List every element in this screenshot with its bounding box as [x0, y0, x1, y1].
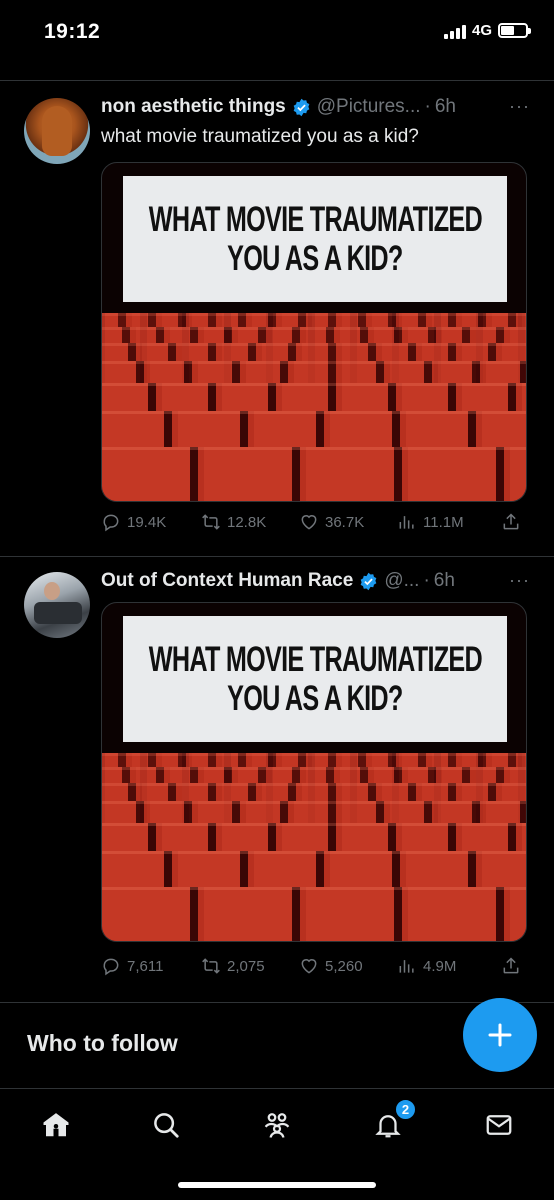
- author-handle[interactable]: @...: [384, 570, 419, 592]
- views-button[interactable]: 4.9M: [397, 956, 501, 976]
- reply-count: 7,611: [127, 957, 164, 975]
- status-bar: 19:12 4G: [0, 0, 554, 66]
- retweet-icon: [202, 958, 220, 974]
- tweet-time[interactable]: 6h: [434, 570, 455, 592]
- compose-icon: [488, 1023, 512, 1047]
- tweet-divider: [0, 1002, 554, 1003]
- communities-icon: [264, 1113, 290, 1138]
- reply-count: 19.4K: [127, 513, 167, 531]
- who-to-follow-heading[interactable]: Who to follow: [27, 1030, 178, 1057]
- tweet-actions: 19.4K 12.8K 36.7K 11.1M: [101, 512, 531, 532]
- home-indicator[interactable]: [178, 1182, 376, 1188]
- author-handle[interactable]: @Pictures...: [317, 96, 421, 118]
- share-icon: [503, 513, 519, 530]
- verified-icon: [293, 98, 310, 116]
- tweet[interactable]: non aesthetic things @Pictures... · 6h ·…: [0, 92, 554, 554]
- views-icon: [399, 960, 414, 973]
- tweet-image[interactable]: WHAT MOVIE TRAUMATIZED YOU AS A KID?: [101, 162, 527, 502]
- tweet-divider: [0, 556, 554, 557]
- tweet-header: non aesthetic things @Pictures... · 6h: [101, 96, 456, 118]
- separator-dot: ·: [423, 570, 430, 591]
- cinema-screen: WHAT MOVIE TRAUMATIZED YOU AS A KID?: [123, 176, 507, 302]
- like-button[interactable]: 36.7K: [299, 512, 397, 532]
- cinema-screen: WHAT MOVIE TRAUMATIZED YOU AS A KID?: [123, 616, 507, 742]
- views-button[interactable]: 11.1M: [397, 512, 501, 532]
- notifications-badge: 2: [395, 1099, 416, 1120]
- tab-home[interactable]: [38, 1107, 74, 1143]
- tweet[interactable]: Out of Context Human Race @... · 6h ··· …: [0, 566, 554, 1002]
- reply-icon: [103, 958, 119, 976]
- screen-text-line-2: YOU AS A KID?: [227, 239, 403, 278]
- reply-icon: [103, 514, 119, 532]
- tweet-time[interactable]: 6h: [435, 96, 456, 118]
- reply-button[interactable]: 7,611: [101, 956, 201, 976]
- status-time: 19:12: [44, 20, 101, 43]
- search-icon: [154, 1113, 179, 1138]
- screen-text-line-1: WHAT MOVIE TRAUMATIZED: [148, 639, 482, 679]
- views-count: 11.1M: [423, 513, 464, 531]
- views-count: 4.9M: [423, 957, 457, 975]
- compose-button[interactable]: [463, 998, 537, 1072]
- share-button[interactable]: [501, 512, 521, 532]
- tab-communities[interactable]: [259, 1107, 295, 1143]
- signal-icon: [443, 23, 466, 39]
- separator-dot: ·: [424, 96, 431, 117]
- screen-text-line-1: WHAT MOVIE TRAUMATIZED: [148, 199, 482, 239]
- home-icon: [43, 1113, 69, 1137]
- views-icon: [399, 516, 414, 529]
- screen-text-line-2: YOU AS A KID?: [227, 679, 403, 718]
- tweet-image[interactable]: WHAT MOVIE TRAUMATIZED YOU AS A KID?: [101, 602, 527, 942]
- retweet-icon: [202, 514, 220, 530]
- retweet-button[interactable]: 2,075: [201, 956, 299, 976]
- network-type: 4G: [471, 22, 492, 39]
- tab-notifications[interactable]: 2: [370, 1099, 416, 1143]
- like-button[interactable]: 5,260: [299, 956, 397, 976]
- tab-search[interactable]: [148, 1107, 184, 1143]
- reply-button[interactable]: 19.4K: [101, 512, 201, 532]
- retweet-button[interactable]: 12.8K: [201, 512, 299, 532]
- like-count: 36.7K: [325, 513, 365, 531]
- tweet-actions: 7,611 2,075 5,260 4.9M: [101, 956, 531, 976]
- status-indicators: 4G: [443, 22, 531, 39]
- verified-icon: [360, 572, 377, 590]
- more-options-icon[interactable]: ···: [509, 570, 530, 591]
- share-icon: [503, 957, 519, 974]
- theater-seats: [102, 313, 526, 501]
- retweet-count: 12.8K: [227, 513, 267, 531]
- avatar[interactable]: [24, 572, 90, 638]
- author-name[interactable]: Out of Context Human Race: [101, 570, 353, 592]
- more-options-icon[interactable]: ···: [509, 96, 530, 117]
- header-divider: [0, 80, 554, 81]
- avatar[interactable]: [24, 98, 90, 164]
- messages-icon: [486, 1115, 512, 1135]
- like-icon: [301, 959, 317, 974]
- tweet-text: what movie traumatized you as a kid?: [101, 126, 419, 147]
- author-name[interactable]: non aesthetic things: [101, 96, 286, 118]
- like-icon: [301, 515, 317, 530]
- like-count: 5,260: [325, 957, 363, 975]
- tab-messages[interactable]: [481, 1107, 517, 1143]
- tweet-header: Out of Context Human Race @... · 6h: [101, 570, 455, 592]
- battery-icon: [498, 23, 531, 38]
- theater-seats: [102, 753, 526, 941]
- retweet-count: 2,075: [227, 957, 265, 975]
- share-button[interactable]: [501, 956, 521, 976]
